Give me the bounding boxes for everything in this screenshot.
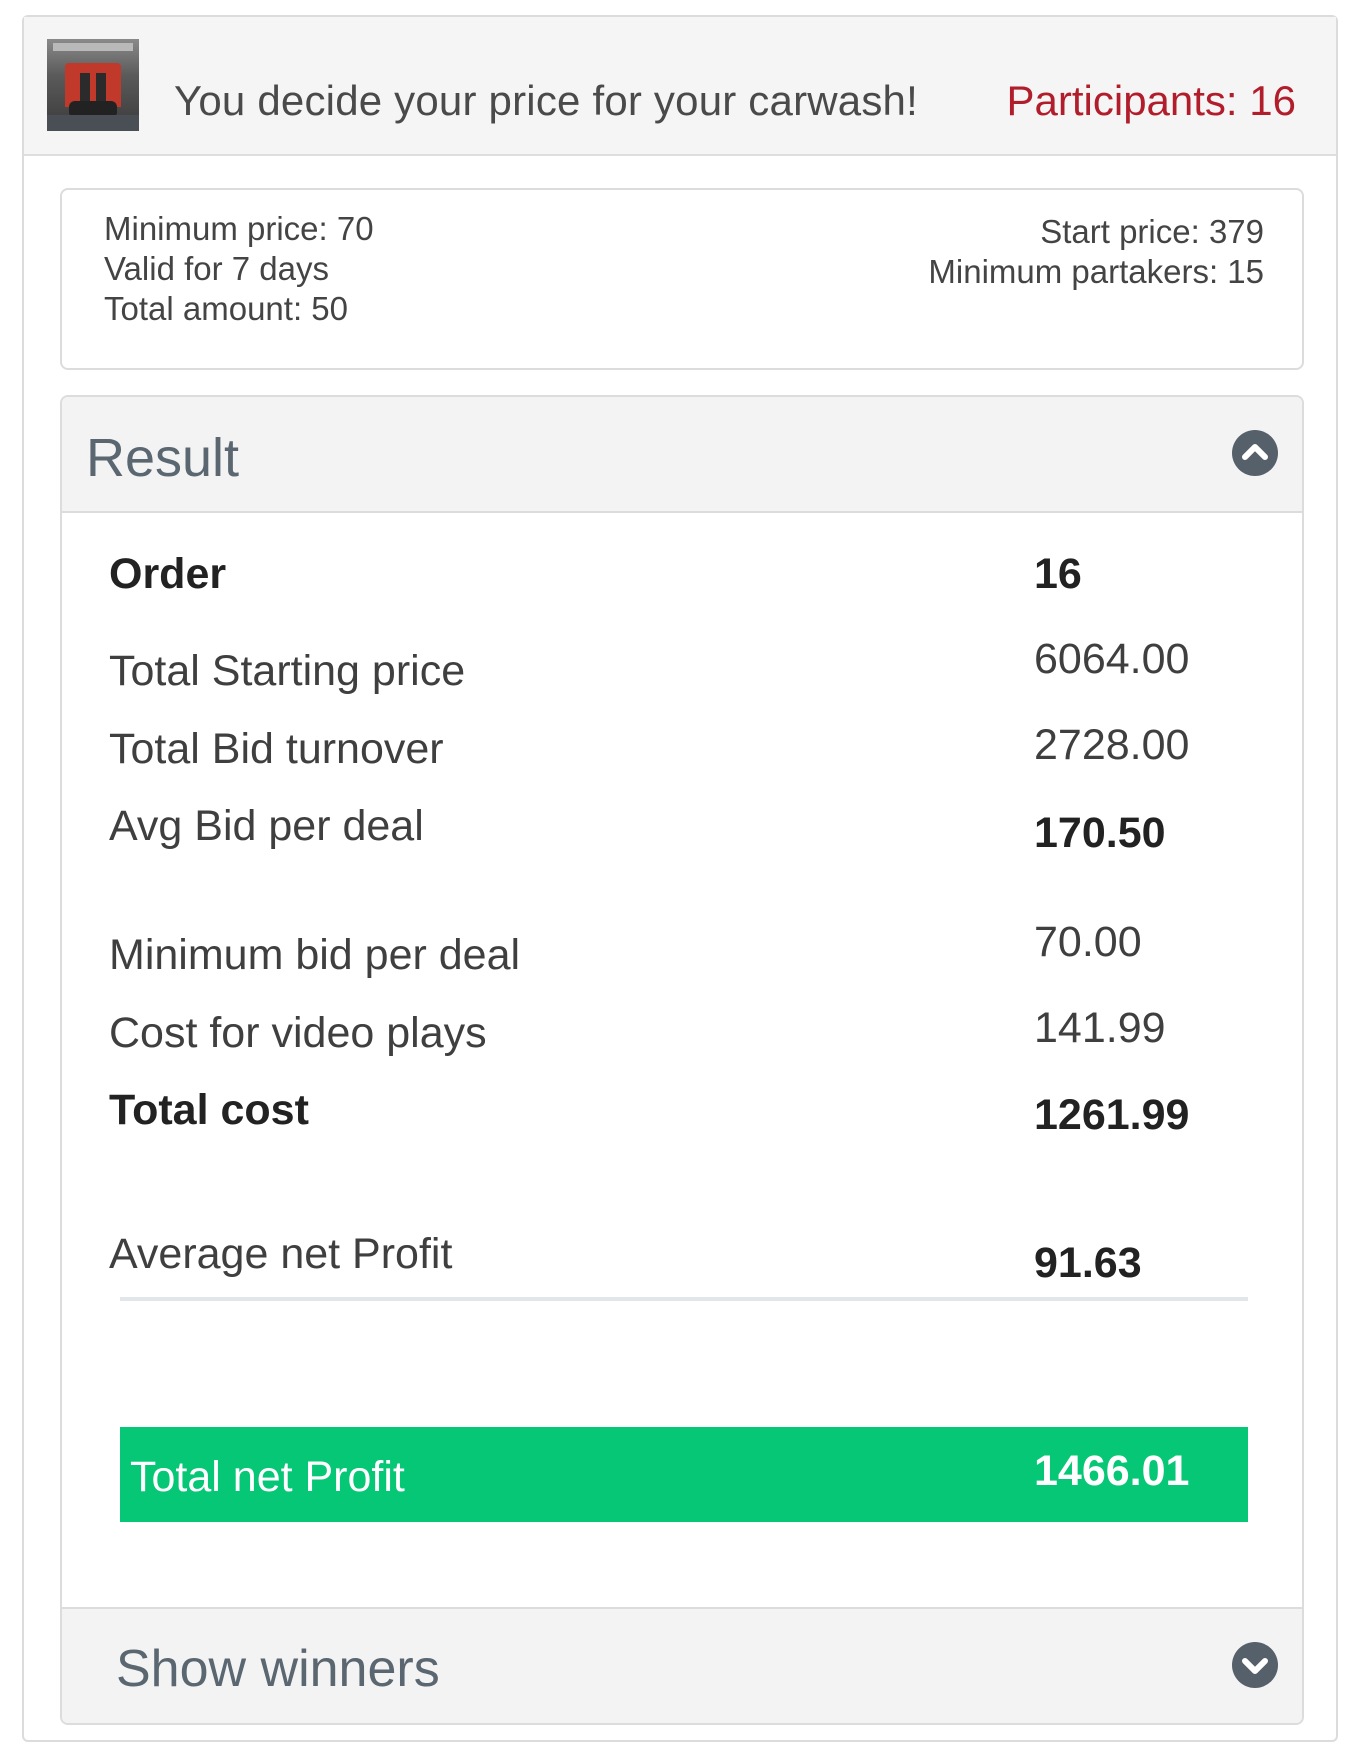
carwash-thumbnail[interactable] bbox=[47, 39, 139, 131]
total-net-profit-label: Total net Profit bbox=[130, 1453, 405, 1501]
show-winners-label: Show winners bbox=[116, 1640, 440, 1698]
average-net-profit-label: Average net Profit bbox=[109, 1230, 453, 1278]
video-cost-value: 141.99 bbox=[1034, 1004, 1166, 1052]
minimum-partakers: Minimum partakers: 15 bbox=[928, 253, 1264, 290]
start-price: Start price: 379 bbox=[1040, 213, 1264, 250]
average-net-profit-value: 91.63 bbox=[1034, 1239, 1142, 1287]
avg-bid-value: 170.50 bbox=[1034, 809, 1166, 857]
total-cost-value: 1261.99 bbox=[1034, 1091, 1190, 1139]
avg-bid-label: Avg Bid per deal bbox=[109, 802, 424, 850]
video-cost-label: Cost for video plays bbox=[109, 1009, 487, 1057]
total-net-profit-bar: Total net Profit 1466.01 bbox=[120, 1427, 1248, 1522]
total-cost-label: Total cost bbox=[109, 1086, 309, 1134]
total-starting-price-value: 6064.00 bbox=[1034, 635, 1190, 683]
total-amount: Total amount: 50 bbox=[104, 290, 348, 327]
total-bid-turnover-value: 2728.00 bbox=[1034, 721, 1190, 769]
valid-for: Valid for 7 days bbox=[104, 250, 330, 287]
divider bbox=[120, 1297, 1248, 1301]
deal-card: You decide your price for your carwash! … bbox=[22, 15, 1338, 1742]
deal-info-box: Minimum price: 70 Valid for 7 days Total… bbox=[60, 188, 1304, 370]
chevron-down-icon[interactable] bbox=[1232, 1642, 1278, 1688]
order-value: 16 bbox=[1034, 550, 1082, 598]
minimum-price: Minimum price: 70 bbox=[104, 210, 374, 247]
result-panel: Result Order 16 Total Starting price 606… bbox=[60, 395, 1304, 1725]
minimum-bid-value: 70.00 bbox=[1034, 918, 1142, 966]
result-panel-header[interactable]: Result bbox=[62, 397, 1302, 513]
order-label: Order bbox=[109, 550, 227, 598]
total-net-profit-value: 1466.01 bbox=[1034, 1447, 1190, 1495]
minimum-bid-label: Minimum bid per deal bbox=[109, 931, 521, 979]
deal-title: You decide your price for your carwash! bbox=[174, 77, 918, 124]
deal-header: You decide your price for your carwash! … bbox=[24, 17, 1336, 156]
result-title: Result bbox=[86, 428, 240, 488]
chevron-up-icon[interactable] bbox=[1232, 430, 1278, 476]
participants-count: Participants: 16 bbox=[1006, 77, 1297, 124]
total-starting-price-label: Total Starting price bbox=[109, 647, 466, 695]
total-bid-turnover-label: Total Bid turnover bbox=[109, 725, 444, 773]
show-winners-toggle[interactable]: Show winners bbox=[62, 1607, 1302, 1723]
